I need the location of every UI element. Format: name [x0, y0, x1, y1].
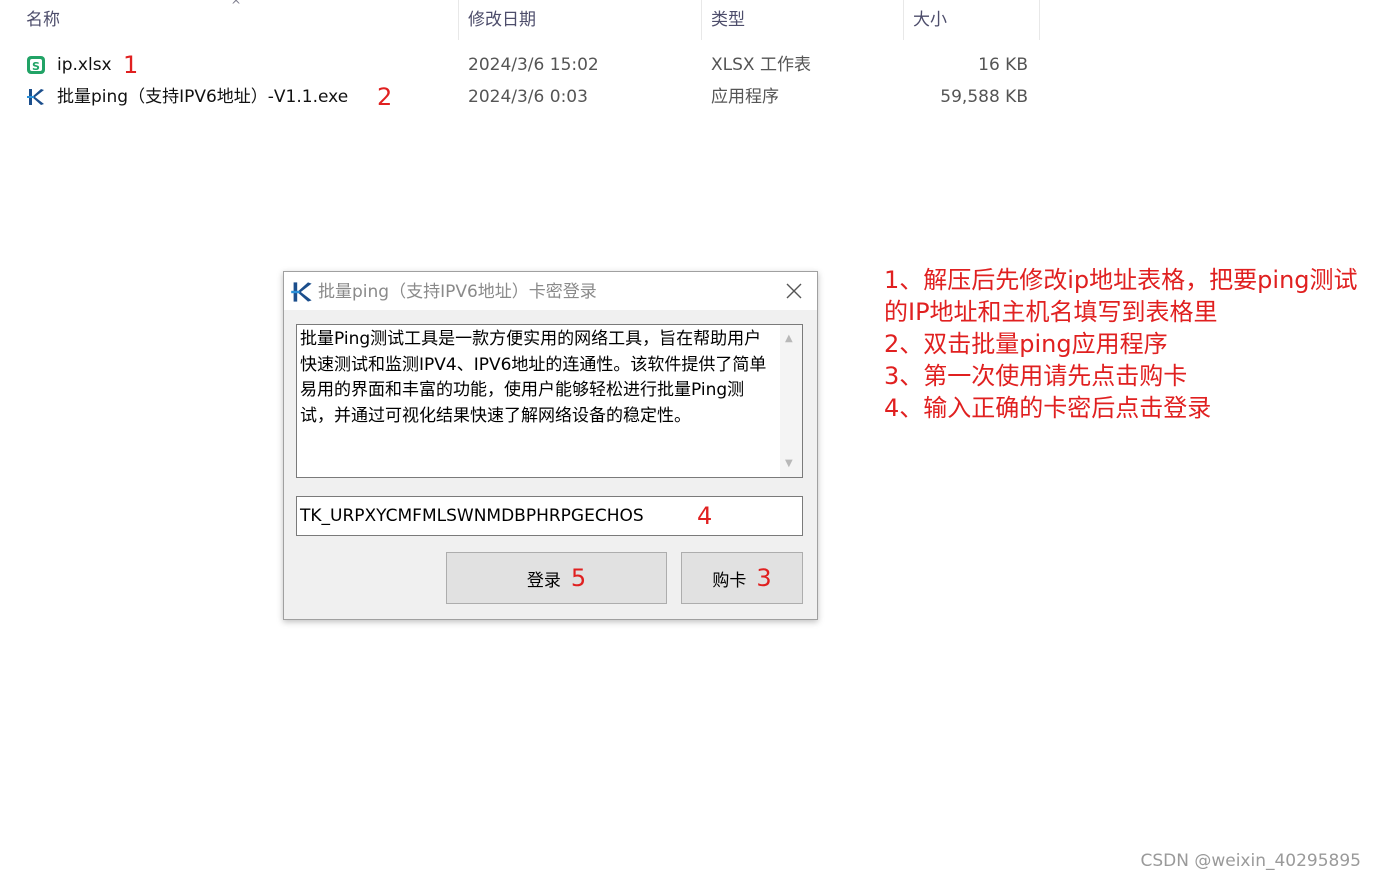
file-list-header: 名称 ^ 修改日期 类型 大小: [0, 0, 1040, 40]
column-date[interactable]: 修改日期: [468, 0, 536, 40]
description-textarea[interactable]: 批量Ping测试工具是一款方便实用的网络工具，旨在帮助用户快速测试和监测IPV4…: [296, 324, 803, 478]
file-date: 2024/3/6 0:03: [468, 87, 588, 107]
instruction-step-1: 1、解压后先修改ip地址表格，把要ping测试的IP地址和主机名填写到表格里: [884, 266, 1358, 326]
svg-text:S: S: [32, 60, 40, 73]
login-button[interactable]: 登录 5: [446, 552, 667, 604]
dialog-title: 批量ping（支持IPV6地址）卡密登录: [318, 282, 597, 302]
file-name: 批量ping（支持IPV6地址）-V1.1.exe: [57, 87, 349, 107]
step-marker: 1: [123, 51, 139, 79]
close-icon[interactable]: [781, 278, 807, 304]
column-divider[interactable]: [1039, 0, 1040, 40]
file-size: 16 KB: [978, 55, 1028, 75]
file-date: 2024/3/6 15:02: [468, 55, 599, 75]
column-divider[interactable]: [903, 0, 904, 40]
column-divider[interactable]: [458, 0, 459, 40]
file-row-exe[interactable]: 批量ping（支持IPV6地址）-V1.1.exe 2 2024/3/6 0:0…: [0, 82, 1040, 112]
sort-caret-icon: ^: [231, 0, 242, 12]
login-button-label: 登录: [526, 571, 561, 591]
scroll-down-icon[interactable]: ▼: [785, 458, 793, 469]
instruction-step-2: 2、双击批量ping应用程序: [884, 330, 1168, 358]
buy-card-button[interactable]: 购卡 3: [681, 552, 803, 604]
buy-button-label: 购卡: [712, 571, 747, 591]
instructions: 1、解压后先修改ip地址表格，把要ping测试的IP地址和主机名填写到表格里 2…: [884, 264, 1364, 424]
app-icon: [27, 89, 44, 105]
description-text: 批量Ping测试工具是一款方便实用的网络工具，旨在帮助用户快速测试和监测IPV4…: [300, 329, 767, 426]
app-icon: [291, 282, 312, 302]
watermark: CSDN @weixin_40295895: [1140, 851, 1361, 871]
step-marker: 4: [697, 502, 713, 530]
instruction-step-3: 3、第一次使用请先点击购卡: [884, 362, 1188, 390]
dialog-titlebar[interactable]: 批量ping（支持IPV6地址）卡密登录: [284, 272, 817, 310]
scroll-up-icon[interactable]: ▲: [785, 333, 793, 344]
license-key-input[interactable]: TK_URPXYCMFMLSWNMDBPHRPGECHOS 4: [296, 496, 803, 536]
file-name: ip.xlsx: [57, 55, 112, 75]
spreadsheet-icon: S: [27, 56, 45, 74]
license-key-value: TK_URPXYCMFMLSWNMDBPHRPGECHOS: [300, 506, 644, 526]
license-login-dialog: 批量ping（支持IPV6地址）卡密登录 批量Ping测试工具是一款方便实用的网…: [283, 271, 818, 620]
file-row-ip-xlsx[interactable]: S ip.xlsx 1 2024/3/6 15:02 XLSX 工作表 16 K…: [0, 50, 1040, 80]
vertical-scrollbar[interactable]: ▲ ▼: [780, 325, 802, 477]
column-size[interactable]: 大小: [913, 0, 947, 40]
step-marker: 5: [570, 564, 587, 592]
instruction-step-4: 4、输入正确的卡密后点击登录: [884, 394, 1212, 422]
file-type: XLSX 工作表: [711, 55, 811, 75]
file-size: 59,588 KB: [940, 87, 1028, 107]
step-marker: 3: [756, 564, 772, 592]
column-divider[interactable]: [701, 0, 702, 40]
column-type[interactable]: 类型: [711, 0, 745, 40]
step-marker: 2: [377, 83, 393, 111]
file-type: 应用程序: [711, 87, 779, 107]
column-name[interactable]: 名称: [26, 0, 60, 40]
